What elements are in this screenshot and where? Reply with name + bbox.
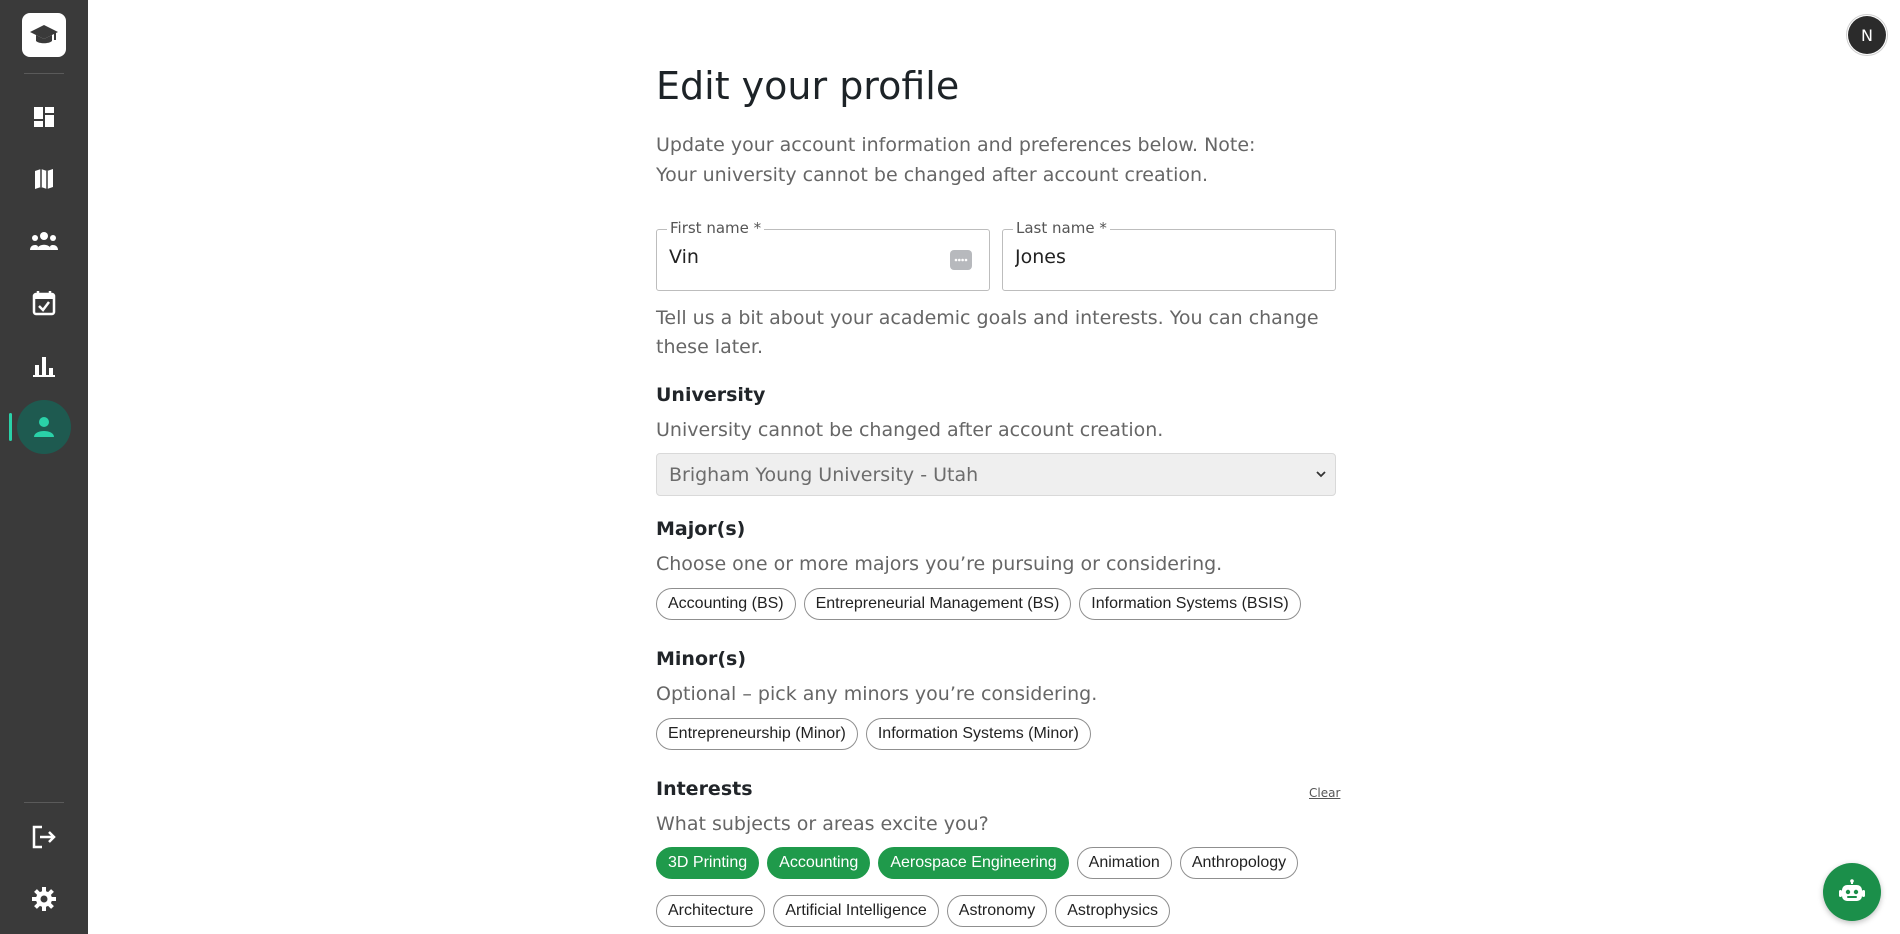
minor-chip[interactable]: Entrepreneurship (Minor) [656,718,858,750]
minor-chip[interactable]: Information Systems (Minor) [865,718,1091,750]
interests-help: What subjects or areas excite you? [656,813,989,835]
major-chip[interactable]: Accounting (BS) [656,588,796,620]
interest-chip[interactable]: Aerospace Engineering [878,847,1069,879]
avatar[interactable]: N [1848,16,1886,54]
interest-chip[interactable]: Architecture [656,895,766,927]
graduation-cap-logo[interactable] [22,13,66,57]
sidebar-item-dashboard[interactable] [17,90,71,144]
interest-chip[interactable]: 3D Printing [656,847,760,879]
last-name-label: Last name * [1013,219,1110,237]
map-icon [35,169,53,189]
majors-chip-row: Accounting (BS) Entrepreneurial Manageme… [656,588,1301,620]
graduation-cap-icon [30,25,58,44]
university-selected: Brigham Young University - Utah [669,464,979,486]
last-name-field[interactable]: Last name * [1002,219,1336,291]
sidebar-item-map[interactable] [17,152,71,206]
minors-title: Minor(s) [656,648,747,670]
sidebar-active-indicator [9,413,12,441]
logout-button[interactable] [17,810,71,864]
autofill-icon[interactable] [950,250,972,270]
minors-help: Optional – pick any minors you’re consid… [656,683,1098,705]
sidebar-divider-bottom [24,802,64,803]
gear-icon [32,887,56,911]
first-name-input[interactable] [669,246,929,268]
chevron-down-icon [1316,471,1326,478]
interest-chip[interactable]: Animation [1076,847,1172,879]
first-name-label: First name * [667,219,765,237]
sidebar-item-people[interactable] [17,214,71,268]
last-name-input[interactable] [1015,246,1275,268]
sidebar-item-profile[interactable] [17,400,71,454]
first-name-field[interactable]: First name * [656,219,990,291]
interests-chip-row-1: 3D Printing Accounting Aerospace Enginee… [656,847,1299,879]
chatbot-button[interactable] [1823,863,1881,921]
logout-icon [32,825,56,849]
university-select[interactable]: Brigham Young University - Utah [656,453,1336,496]
interests-title: Interests [656,778,753,800]
person-icon [34,417,54,437]
interest-chip[interactable]: Artificial Intelligence [773,895,939,927]
interest-chip[interactable]: Accounting [767,847,871,879]
major-chip[interactable]: Information Systems (BSIS) [1079,588,1301,620]
bar-chart-icon [33,357,55,377]
clear-interests-link[interactable]: Clear [1309,786,1340,800]
robot-icon [1839,879,1865,901]
page-intro: Update your account information and pref… [656,134,1256,186]
majors-title: Major(s) [656,518,746,540]
interests-chip-row-2: Architecture Artificial Intelligence Ast… [656,895,1170,927]
settings-button[interactable] [17,872,71,926]
major-chip[interactable]: Entrepreneurial Management (BS) [803,588,1072,620]
sidebar-item-calendar[interactable] [17,276,71,330]
goals-text: Tell us a bit about your academic goals … [656,307,1319,358]
dashboard-icon [34,107,54,127]
sidebar-item-analytics[interactable] [17,339,71,393]
university-title: University [656,384,766,406]
interest-chip[interactable]: Astrophysics [1055,895,1170,927]
calendar-check-icon [32,291,56,316]
majors-help: Choose one or more majors you’re pursuin… [656,553,1223,575]
interest-chip[interactable]: Anthropology [1179,847,1299,879]
interest-chip[interactable]: Astronomy [946,895,1048,927]
sidebar [0,0,88,934]
university-help: University cannot be changed after accou… [656,419,1164,441]
sidebar-divider-top [24,73,64,74]
page-title: Edit your profile [656,64,960,108]
minors-chip-row: Entrepreneurship (Minor) Information Sys… [656,718,1091,750]
people-icon [30,232,58,250]
